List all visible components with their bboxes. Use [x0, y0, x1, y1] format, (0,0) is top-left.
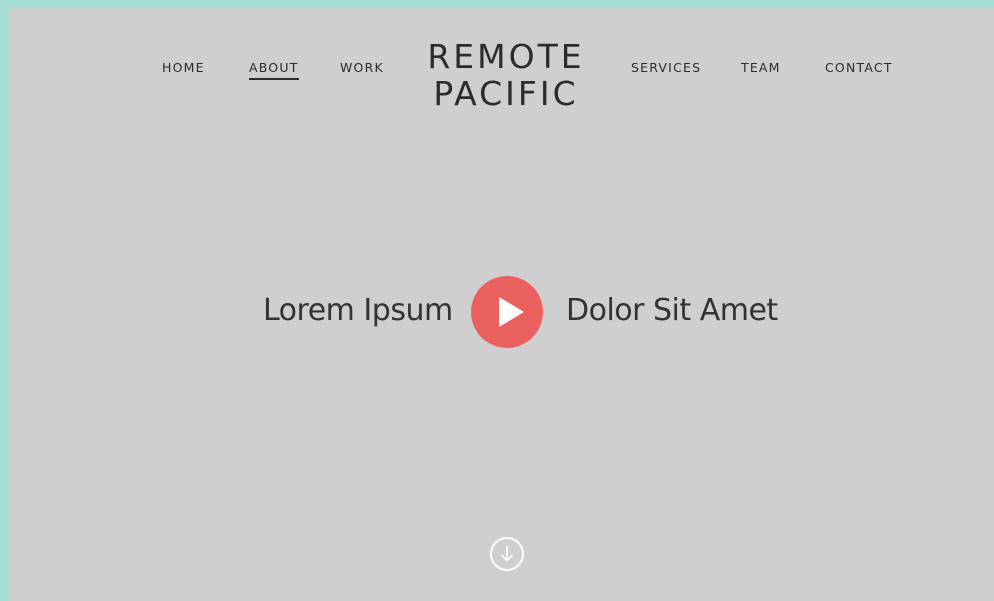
- scroll-down-button[interactable]: [490, 537, 524, 571]
- logo-line-2: PACIFIC: [433, 74, 579, 113]
- hero-text-left: Lorem Ipsum: [263, 293, 453, 328]
- nav-item-team[interactable]: TEAM: [741, 60, 781, 75]
- nav-item-about[interactable]: ABOUT: [249, 60, 299, 80]
- nav-item-home[interactable]: HOME: [162, 60, 205, 75]
- nav-item-work[interactable]: WORK: [340, 60, 384, 75]
- nav-item-contact[interactable]: CONTACT: [825, 60, 893, 75]
- hero-section: HOME ABOUT WORK REMOTE PACIFIC SERVICES …: [9, 8, 994, 601]
- site-logo[interactable]: REMOTE PACIFIC: [391, 38, 621, 112]
- nav-item-services[interactable]: SERVICES: [631, 60, 701, 75]
- arrow-down-circle-icon: [501, 546, 513, 562]
- play-icon: [499, 297, 524, 327]
- logo-line-1: REMOTE: [427, 37, 585, 76]
- hero-text-right: Dolor Sit Amet: [566, 293, 778, 328]
- play-button[interactable]: [471, 276, 543, 348]
